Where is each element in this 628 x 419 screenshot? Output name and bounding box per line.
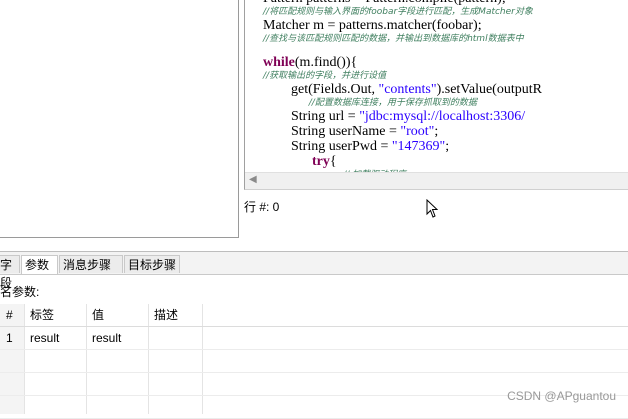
code-token: while (263, 55, 295, 70)
tab-message-step[interactable]: 消息步骤 (59, 255, 123, 273)
cell-description[interactable] (148, 327, 202, 349)
code-comment-line: //将匹配规则与输入界面的foobar字段进行匹配，生成Matcher对象 (263, 7, 533, 17)
code-token: String userName = (263, 124, 401, 139)
column-header-number[interactable]: # (0, 304, 24, 326)
script-editor[interactable]: Pattern patterns = Pattern.compile(patte… (244, 0, 628, 190)
mouse-cursor-icon (426, 199, 438, 218)
tab-target-step[interactable]: 目标步骤 (124, 255, 180, 273)
column-header-label[interactable]: 标签 (24, 304, 86, 326)
named-params-label: 命名参数: (0, 285, 40, 299)
code-line: String url = "jdbc:mysql://localhost:330… (263, 109, 542, 124)
code-token: get(Fields.Out, (263, 82, 379, 97)
cell-label[interactable]: result (24, 327, 86, 349)
row-position-label: 行 #: 0 (244, 200, 280, 214)
code-area[interactable]: Pattern patterns = Pattern.compile(patte… (263, 0, 542, 181)
tab-fields[interactable]: 字段 (0, 255, 20, 290)
table-row[interactable] (0, 350, 628, 373)
watermark: CSDN @APguantou (507, 389, 616, 403)
code-comment-line: //查找与该匹配规则匹配的数据，并输出到数据库的html数据表中 (263, 34, 524, 44)
code-line: try{ (263, 154, 542, 169)
code-token: String url = (263, 109, 360, 124)
row-number: 1 (6, 331, 13, 345)
code-token: "contents" (378, 82, 437, 97)
code-line: get(Fields.Out, "contents").setValue(out… (263, 82, 542, 97)
code-token: String userPwd = (263, 139, 392, 154)
code-line: String userName = "root"; (263, 124, 542, 139)
code-token: { (329, 154, 337, 169)
code-token: "root" (400, 124, 435, 139)
code-token: ).setValue(outputR (436, 82, 542, 97)
code-line: String userPwd = "147369"; (263, 139, 542, 154)
table-row[interactable]: 1 result result (0, 327, 628, 350)
code-token: ; (445, 139, 450, 154)
code-token: "jdbc:mysql://localhost:3306/ (359, 109, 526, 124)
code-comment-line: //配置数据库连接，用于保存抓取到的数据 (263, 98, 477, 108)
left-panel (0, 0, 239, 238)
code-token: ; (434, 124, 439, 139)
column-header-description[interactable]: 描述 (148, 304, 202, 326)
code-token: Matcher m = patterns.matcher(foobar); (263, 18, 482, 33)
code-line: while(m.find()){ (263, 55, 542, 70)
code-token: (m.find()){ (294, 55, 358, 70)
code-comment-line: //获取输出的字段，并进行设值 (263, 71, 387, 81)
tab-bar: 字段 参数 消息步骤 目标步骤 (0, 252, 628, 290)
tab-params[interactable]: 参数 (21, 255, 58, 274)
scroll-left-icon[interactable]: ◀ (249, 174, 257, 185)
table-header: # 标签 值 描述 (0, 304, 628, 327)
column-header-value[interactable]: 值 (86, 304, 148, 326)
code-token: "147369" (391, 139, 446, 154)
code-token: try (312, 154, 330, 169)
cell-value[interactable]: result (86, 327, 148, 349)
code-line: Matcher m = patterns.matcher(foobar); (263, 18, 542, 33)
horizontal-scrollbar[interactable]: ◀ (245, 172, 628, 189)
